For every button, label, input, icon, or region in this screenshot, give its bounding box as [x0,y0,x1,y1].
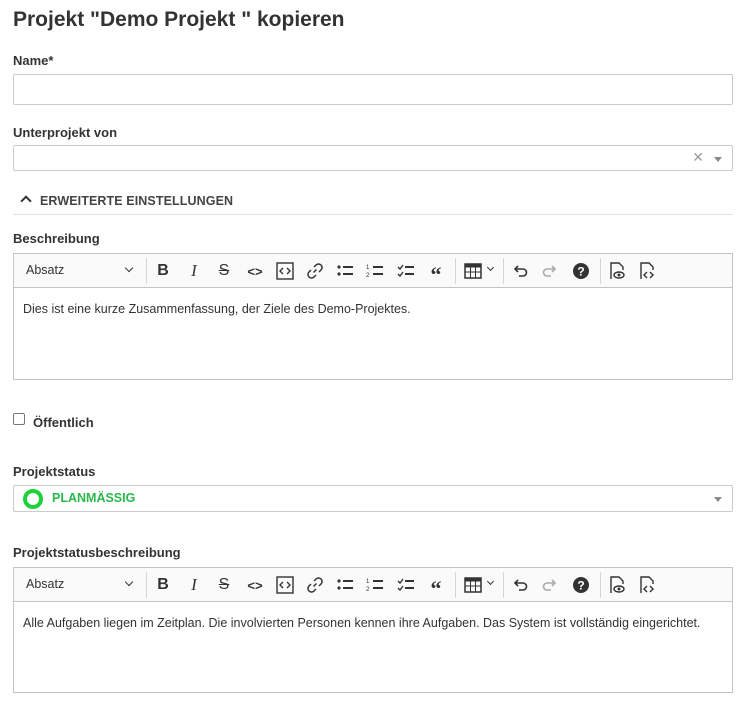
parent-project-select[interactable]: ✕ [13,145,733,171]
code-icon[interactable]: <> [243,573,267,597]
undo-icon[interactable] [508,259,532,283]
public-checkbox[interactable] [13,413,25,425]
link-icon[interactable] [303,573,327,597]
link-icon[interactable] [303,259,327,283]
chevron-down-icon [124,577,134,587]
bulleted-list-icon[interactable] [333,573,357,597]
status-description-editor-content[interactable]: Alle Aufgaben liegen im Zeitplan. Die in… [14,602,732,692]
editor-toolbar: Absatz B I S <> 12 “ ? [14,568,732,602]
paragraph-dropdown[interactable]: Absatz [26,577,64,591]
status-value: PLANMÄSSIG [52,491,136,505]
strikethrough-icon[interactable]: S [212,573,236,597]
project-status-label: Projektstatus [13,464,96,479]
help-icon[interactable]: ? [569,573,593,597]
blockquote-icon[interactable]: “ [424,259,448,287]
svg-text:?: ? [577,579,584,593]
description-text: Dies ist eine kurze Zusammenfassung, der… [23,302,411,316]
redo-icon[interactable] [538,573,562,597]
caret-down-icon[interactable] [714,497,722,502]
status-description-label: Projektstatusbeschreibung [13,545,181,560]
chevron-down-icon [486,577,495,586]
help-icon[interactable]: ? [569,259,593,283]
description-label: Beschreibung [13,231,100,246]
chevron-down-icon [124,263,134,273]
svg-text:1: 1 [366,265,370,271]
description-editor-content[interactable]: Dies ist eine kurze Zusammenfassung, der… [14,288,732,379]
bold-icon[interactable]: B [151,259,175,283]
table-icon[interactable] [461,573,485,597]
caret-down-icon[interactable] [714,157,722,162]
advanced-settings-toggle[interactable]: ERWEITERTE EINSTELLUNGEN [13,188,733,215]
editor-toolbar: Absatz B I S <> 12 “ ? [14,254,732,288]
status-description-text: Alle Aufgaben liegen im Zeitplan. Die in… [23,616,701,630]
page-title: Projekt "Demo Projekt " kopieren [13,8,345,31]
code-block-icon[interactable] [273,573,297,597]
italic-icon[interactable]: I [182,573,206,597]
name-input[interactable] [13,74,733,105]
chevron-up-icon [20,195,32,207]
chevron-down-icon [486,263,495,272]
svg-text:2: 2 [366,587,370,593]
source-icon[interactable] [635,573,659,597]
bold-icon[interactable]: B [151,573,175,597]
blockquote-icon[interactable]: “ [424,573,448,601]
numbered-list-icon[interactable]: 12 [363,573,387,597]
svg-text:1: 1 [366,579,370,585]
strikethrough-icon[interactable]: S [212,259,236,283]
description-editor[interactable]: Absatz B I S <> 12 “ ? Dies ist eine kur… [13,253,733,380]
advanced-settings-label: ERWEITERTE EINSTELLUNGEN [40,194,234,208]
paragraph-dropdown[interactable]: Absatz [26,263,64,277]
italic-icon[interactable]: I [182,259,206,283]
clear-icon[interactable]: ✕ [692,149,704,166]
todo-list-icon[interactable] [394,259,418,283]
project-status-select[interactable]: PLANMÄSSIG [13,485,733,512]
code-icon[interactable]: <> [243,259,267,283]
code-block-icon[interactable] [273,259,297,283]
preview-icon[interactable] [605,573,629,597]
bulleted-list-icon[interactable] [333,259,357,283]
svg-text:2: 2 [366,273,370,279]
public-label: Öffentlich [33,415,94,430]
status-description-editor[interactable]: Absatz B I S <> 12 “ ? Alle Aufgaben lie… [13,567,733,693]
table-icon[interactable] [461,259,485,283]
redo-icon[interactable] [538,259,562,283]
numbered-list-icon[interactable]: 12 [363,259,387,283]
name-label: Name* [13,53,54,68]
source-icon[interactable] [635,259,659,283]
svg-text:?: ? [577,265,584,279]
todo-list-icon[interactable] [394,573,418,597]
preview-icon[interactable] [605,259,629,283]
status-circle-icon [23,489,43,509]
parent-project-label: Unterprojekt von [13,125,118,140]
undo-icon[interactable] [508,573,532,597]
